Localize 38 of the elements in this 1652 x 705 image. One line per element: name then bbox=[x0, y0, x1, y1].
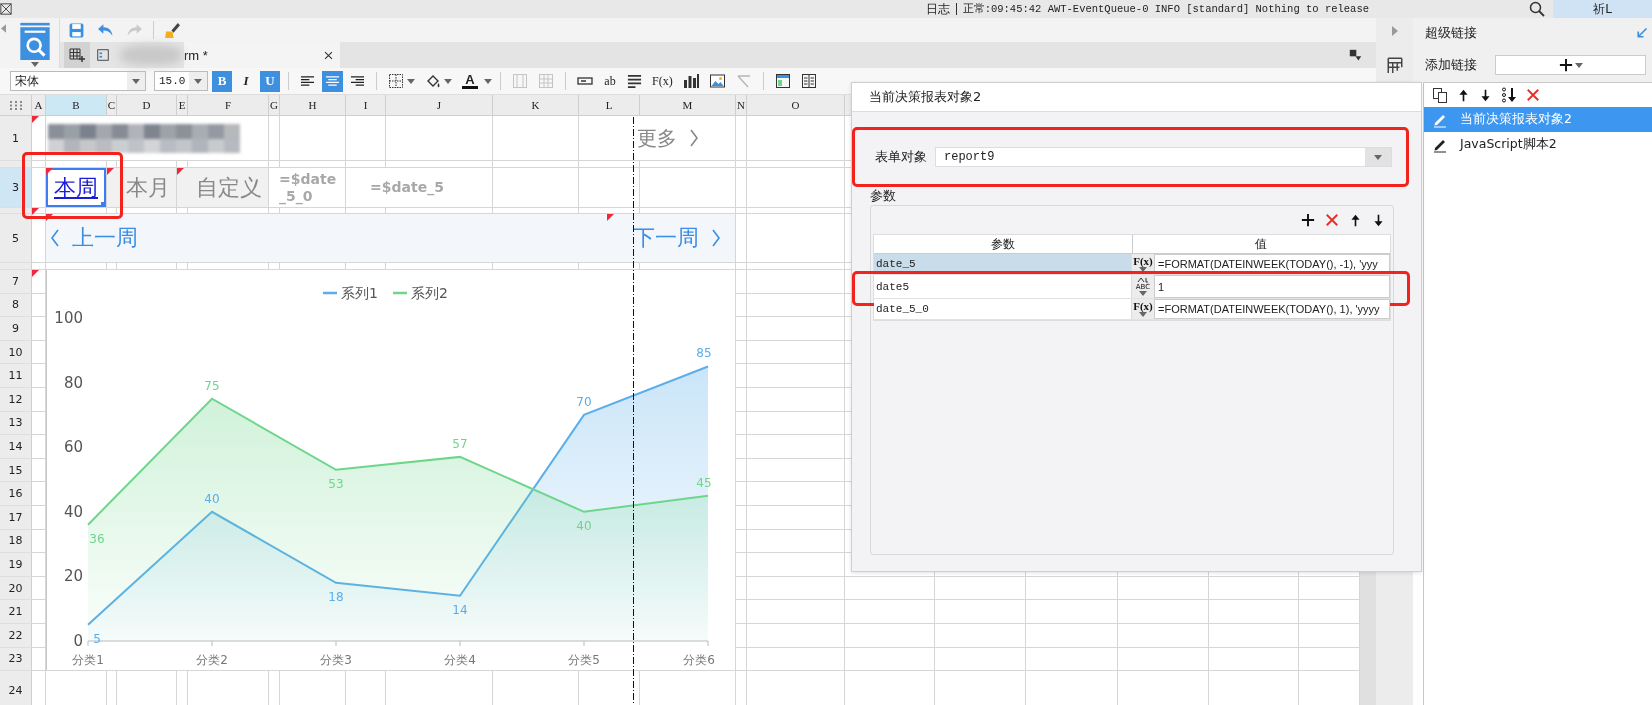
data-label: 36 bbox=[89, 531, 105, 546]
axis-label: 分类3 bbox=[320, 653, 352, 667]
legend-label: 系列1 bbox=[341, 285, 378, 301]
axis-label: 60 bbox=[63, 438, 83, 457]
axis-label: 分类6 bbox=[683, 653, 715, 667]
data-label: 75 bbox=[204, 378, 220, 393]
data-label: 40 bbox=[204, 491, 220, 506]
column-header: 值 bbox=[1131, 235, 1390, 253]
column-header: 参数 bbox=[989, 235, 1016, 253]
add-link-label: 添加链接 bbox=[1425, 56, 1477, 74]
axis-label: 分类1 bbox=[72, 653, 104, 667]
data-label: 70 bbox=[576, 394, 592, 409]
axis-label: 0 bbox=[73, 632, 83, 650]
formula-text: =$date_5_0 bbox=[269, 168, 346, 208]
data-label: 45 bbox=[696, 475, 712, 490]
axis-label: 分类4 bbox=[444, 653, 476, 667]
data-label: 85 bbox=[696, 346, 712, 361]
panel-title: 超级链接 bbox=[1425, 24, 1477, 42]
field-label: 表单对象 bbox=[875, 148, 927, 166]
font-name: 宋体 bbox=[15, 72, 39, 90]
axis-label: 分类2 bbox=[196, 653, 228, 667]
axis-label: 80 bbox=[63, 373, 83, 392]
log-message: 正常:09:45:42 AWT-EventQueue-0 INFO [standard] Nothing to release bbox=[962, 2, 1369, 16]
data-label: 40 bbox=[576, 518, 592, 533]
legend-label: 系列2 bbox=[411, 285, 448, 301]
data-label: 57 bbox=[452, 436, 468, 451]
section-label: 参数 bbox=[870, 189, 897, 203]
axis-label: 100 bbox=[54, 309, 83, 327]
font-size-value: 15.0 bbox=[159, 75, 186, 87]
data-label: 53 bbox=[328, 476, 344, 491]
axis-label: 20 bbox=[63, 567, 83, 586]
dialog-title: 当前决策报表对象2 bbox=[869, 88, 982, 106]
data-label: 14 bbox=[452, 602, 468, 617]
axis-label: 40 bbox=[63, 502, 83, 521]
data-label: 5 bbox=[93, 631, 101, 646]
data-label: 18 bbox=[328, 589, 344, 604]
formula-text: =$date_5 bbox=[346, 168, 493, 208]
axis-label: 分类5 bbox=[568, 653, 600, 667]
